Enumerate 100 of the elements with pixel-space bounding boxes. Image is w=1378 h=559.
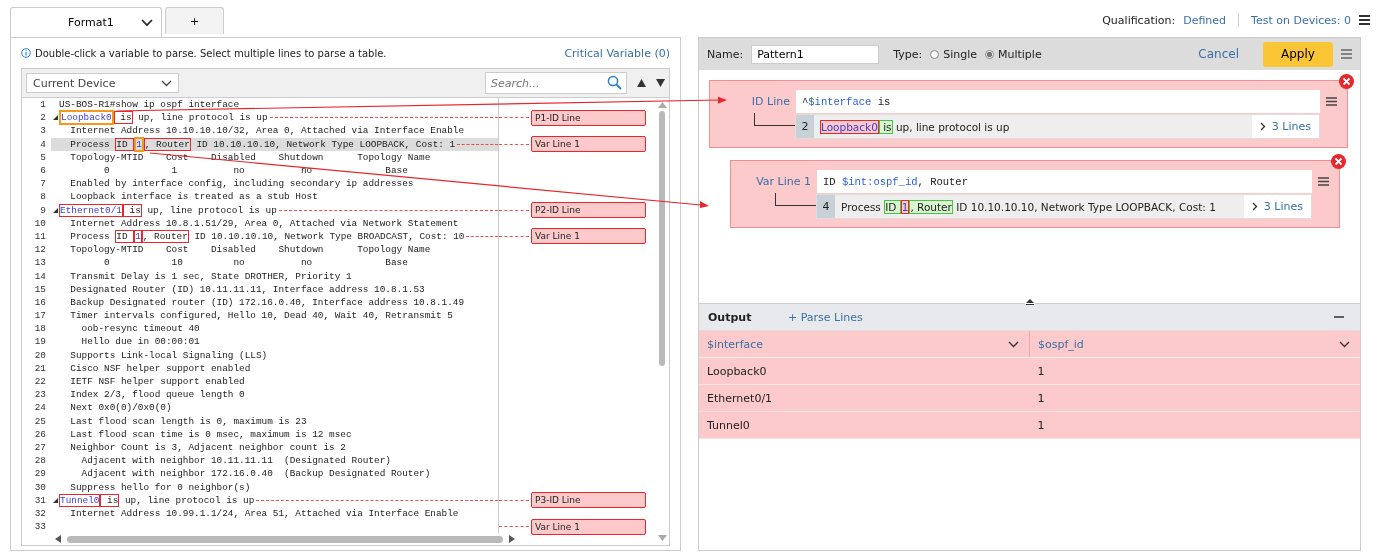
line-number: 9 — [39, 204, 47, 216]
search-icon[interactable] — [607, 75, 622, 90]
code-line[interactable]: Supports Link-local Signaling (LLS) — [51, 348, 498, 362]
expression-field[interactable]: ID $int:ospf_id, Router — [817, 170, 1312, 193]
test-link[interactable]: Test on Devices: 0 — [1251, 13, 1351, 27]
code-text: Index 2/3, flood queue length 0 — [69, 389, 245, 401]
expression-field[interactable]: ^$interface is — [796, 90, 1320, 113]
line-number: 7 — [39, 178, 47, 190]
code-line[interactable]: Loopback interface is treated as a stub Host — [51, 190, 498, 204]
code-line[interactable]: Next 0x0(0)/0x0(0) — [51, 401, 498, 415]
variable-text[interactable]: Ethernet0/1 — [59, 203, 123, 217]
code-line[interactable]: Ethernet0/1 is up, line protocol is up — [51, 203, 498, 217]
cancel-button[interactable]: Cancel — [1192, 46, 1245, 62]
code-line[interactable]: Tunnel0 is up, line protocol is up — [51, 493, 498, 507]
anchor-text[interactable]: ID — [115, 229, 135, 243]
tab[interactable]: Format1 — [10, 7, 162, 37]
apply-button[interactable]: Apply — [1263, 41, 1333, 67]
name-field[interactable]: Pattern1 — [751, 44, 880, 64]
anchor-text[interactable]: , Router — [143, 137, 191, 151]
code-line[interactable]: 0 10 no no Base — [51, 256, 498, 270]
line-number: 6 — [39, 165, 47, 177]
code-line[interactable]: Backup Designated router (ID) 172.16.0.40, Interface address 10.8.1.49 — [51, 295, 498, 309]
variable-text: Loopback0 — [820, 119, 879, 134]
anchor-text[interactable]: ID — [115, 137, 135, 151]
radio-option[interactable]: Multiple — [985, 47, 1042, 61]
scroll-left-icon[interactable] — [55, 535, 61, 544]
code-line[interactable]: Index 2/3, flood queue length 0 — [51, 388, 498, 402]
line-tag[interactable]: P3-ID Line — [531, 492, 646, 509]
variable-text[interactable]: Tunnel0 — [59, 493, 101, 507]
line-tag[interactable]: P2-ID Line — [531, 202, 646, 219]
table-cell-text: 1 — [1036, 391, 1046, 405]
code-line[interactable]: Suppress hello for 0 neighbor(s) — [51, 480, 498, 494]
scroll-right-icon[interactable] — [509, 535, 515, 544]
code-line[interactable]: Timer intervals configured, Hello 10, Dead 40, Wait 40, Retransmit 5 — [51, 309, 498, 323]
code-line[interactable]: Internet Address 10.10.10.10/32, Area 0, Attached via Interface Enable — [51, 124, 498, 138]
code-line[interactable]: Last flood scan length is 0, maximum is 23 — [51, 414, 498, 428]
code-text: Topology-MTID Cost Disabled Shutdown Topology Name — [69, 244, 431, 256]
line-tag[interactable]: Var Line 1 — [531, 228, 646, 245]
variable-text[interactable]: 1 — [134, 136, 144, 152]
code-line[interactable]: Internet Address 10.8.1.51/29, Area 0, Attached via Network Statement — [51, 216, 498, 230]
expand-icon[interactable] — [52, 207, 58, 213]
more-lines-link[interactable]: 3 Lines — [1251, 115, 1319, 138]
code-line[interactable]: Adjacent with neighbor 10.11.11.11 (Designated Router) — [51, 454, 498, 468]
search-field[interactable]: Search... — [485, 72, 627, 94]
code-text: Adjacent with neighbor 10.11.11.11 (Designated Router) — [80, 455, 391, 467]
device-select[interactable]: Current Device — [26, 73, 179, 93]
variable-text[interactable]: Loopback0 — [59, 110, 114, 126]
critical-variable-link[interactable]: Critical Variable (0) — [564, 46, 670, 60]
code-line[interactable]: Transmit Delay is 1 sec, State DROTHER, Priority 1 — [51, 269, 498, 283]
menu-icon[interactable] — [1326, 97, 1337, 106]
close-icon[interactable] — [1331, 154, 1346, 169]
code-text: Neighbor Count is 3, Adjacent neighbor count is 2 — [69, 441, 346, 453]
line-number: 19 — [33, 336, 47, 348]
code-line[interactable]: IETF NSF helper support enabled — [51, 374, 498, 389]
code-line[interactable]: Topology-MTID Cost Disabled Shutdown Topology Name — [51, 243, 498, 257]
column-header[interactable]: $ospf_id — [1030, 331, 1360, 357]
variable-text[interactable]: 1 — [134, 229, 142, 243]
expand-icon[interactable] — [52, 115, 58, 121]
line-number: 8 — [39, 191, 47, 203]
code-text: oob-resync timeout 40 — [80, 323, 200, 335]
code-text: Next 0x0(0)/0x0(0) — [69, 402, 172, 414]
code-line[interactable]: 0 1 no no Base — [51, 163, 498, 178]
code-line[interactable]: Cisco NSF helper support enabled — [51, 361, 498, 375]
collapse-icon[interactable] — [1025, 298, 1035, 305]
chevron-icon — [1259, 122, 1266, 131]
line-tag[interactable]: Var Line 1 — [531, 518, 646, 535]
code-text: 0 10 no no Base — [103, 257, 408, 269]
next-icon[interactable] — [656, 79, 665, 87]
code-line[interactable]: Loopback0 is up, line protocol is up — [51, 111, 498, 125]
more-lines-link[interactable]: 3 Lines — [1243, 195, 1311, 218]
code-line[interactable]: Last flood scan time is 0 msec, maximum is 12 msec — [51, 427, 498, 441]
code-line[interactable]: Enabled by interface config, including secondary ip addresses — [51, 177, 498, 191]
code-line[interactable]: oob-resync timeout 40 — [51, 322, 498, 336]
line-tag[interactable]: P1-ID Line — [531, 109, 646, 126]
radio-option[interactable]: Single — [930, 47, 977, 61]
menu-icon[interactable] — [1318, 177, 1329, 186]
code-line[interactable]: Adjacent with neighbor 172.16.0.40 (Backup Designated Router) — [51, 467, 498, 481]
code-line[interactable]: Designated Router (ID) 10.11.11.11, Interface address 10.8.1.53 — [51, 282, 498, 296]
parse-lines-link[interactable]: + Parse Lines — [788, 310, 863, 324]
expand-icon[interactable] — [52, 497, 58, 503]
close-icon[interactable] — [1339, 74, 1354, 89]
code-line[interactable]: Internet Address 10.99.1.1/24, Area 51, Attached via Interface Enable — [51, 506, 498, 520]
menu-icon[interactable] — [1359, 15, 1370, 25]
code-line[interactable]: US-BOS-R1#show ip ospf interface — [51, 98, 498, 112]
previous-icon[interactable] — [637, 79, 646, 87]
code-line[interactable]: Hello due in 00:00:01 — [51, 335, 498, 349]
tab[interactable]: + — [165, 7, 225, 34]
anchor-text[interactable]: is — [100, 493, 120, 507]
anchor-text[interactable]: , Router — [141, 229, 189, 243]
line-tag[interactable]: Var Line 1 — [531, 136, 646, 153]
anchor-text[interactable]: is — [122, 203, 142, 217]
table-cell-text: Tunnel0 — [706, 418, 751, 432]
anchor-text[interactable]: is — [113, 111, 133, 125]
code-line[interactable]: Neighbor Count is 3, Adjacent neighbor count is 2 — [51, 440, 498, 455]
code-text: Process — [69, 138, 111, 150]
code-text: Last flood scan time is 0 msec, maximum is 12 msec — [69, 428, 352, 440]
code-text: ID 10.10.10.10, Network Type BROADCAST, Cost: 10 — [193, 230, 465, 242]
code-line[interactable]: Process ID 1 , Router ID 10.10.10.10, Network Type BROADCAST, Cost: 10 — [51, 229, 498, 244]
table-cell-text: 1 — [1036, 418, 1046, 432]
column-header[interactable]: $interface — [699, 331, 1030, 357]
